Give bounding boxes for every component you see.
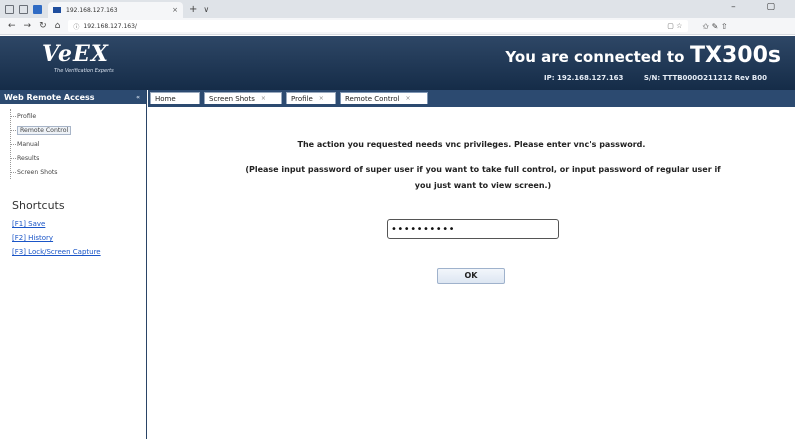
window-menu-icon[interactable] bbox=[5, 4, 14, 14]
veex-favicon-icon bbox=[53, 7, 61, 13]
shortcut-save-link[interactable]: [F1] Save bbox=[12, 217, 146, 231]
sidebar-header: Web Remote Access « bbox=[0, 90, 146, 104]
collapse-sidebar-icon[interactable]: « bbox=[136, 94, 140, 101]
vnc-privilege-message: The action you requested needs vnc privi… bbox=[297, 140, 646, 149]
password-hint: (Please input password of super user if … bbox=[245, 165, 721, 190]
tab-screen-shots[interactable]: Screen Shots × bbox=[204, 92, 282, 104]
sidebar-item-screen-shots[interactable]: Screen Shots bbox=[11, 165, 130, 179]
close-tab-icon[interactable]: × bbox=[406, 95, 411, 102]
close-tab-icon[interactable]: × bbox=[172, 6, 178, 14]
remote-control-panel: The action you requested needs vnc privi… bbox=[148, 104, 795, 439]
sidebar-item-manual[interactable]: Manual bbox=[11, 137, 130, 151]
veex-logo: VeEX The Verification Experts bbox=[42, 42, 114, 80]
close-tab-icon[interactable]: × bbox=[319, 95, 324, 102]
close-tab-icon[interactable]: × bbox=[261, 95, 266, 102]
browser-toolbar: ← → ↻ ⌂ ⓘ 192.168.127.163/ ▢ ☆ ✩ ✎ ⇧ bbox=[0, 18, 795, 35]
vnc-password-input[interactable] bbox=[387, 219, 559, 239]
address-bar-tools[interactable]: ▢ ☆ bbox=[667, 22, 682, 30]
browser-tab[interactable]: 192.168.127.163 × bbox=[48, 2, 183, 18]
device-info: IP: 192.168.127.163 S/N: TTTB000O211212 … bbox=[526, 74, 767, 82]
device-ip: IP: 192.168.127.163 bbox=[544, 74, 624, 82]
logo-tagline: The Verification Experts bbox=[54, 68, 114, 74]
tab-profile[interactable]: Profile × bbox=[286, 92, 336, 104]
shortcuts-title: Shortcuts bbox=[12, 199, 65, 212]
address-url: 192.168.127.163/ bbox=[83, 22, 137, 30]
workspaces-icon[interactable] bbox=[33, 4, 42, 14]
home-icon[interactable]: ⌂ bbox=[55, 21, 61, 31]
sidebar-tree: Profile Remote Control Manual Results Sc… bbox=[10, 109, 130, 179]
content-tab-bar: Home Screen Shots × Profile × Remote Con… bbox=[148, 90, 795, 104]
address-bar[interactable]: ⓘ 192.168.127.163/ ▢ ☆ bbox=[68, 20, 689, 32]
connected-prefix: You are connected to bbox=[505, 48, 685, 66]
shortcut-lock-capture-link[interactable]: [F3] Lock/Screen Capture bbox=[12, 245, 146, 259]
shortcuts-panel: Shortcuts [F1] Save [F2] History [F3] Lo… bbox=[12, 199, 146, 259]
back-icon[interactable]: ← bbox=[8, 21, 16, 31]
browser-tab-strip: 192.168.127.163 × + ∨ – ▢ bbox=[0, 0, 795, 18]
device-model: TX300s bbox=[690, 43, 781, 68]
window-controls[interactable]: – ▢ bbox=[731, 2, 789, 12]
logo-text: VeEX bbox=[42, 41, 109, 67]
tab-actions-icon[interactable] bbox=[19, 4, 28, 14]
sidebar-item-results[interactable]: Results bbox=[11, 151, 130, 165]
shortcut-history-link[interactable]: [F2] History bbox=[12, 231, 146, 245]
connection-banner: You are connected to TX300s bbox=[505, 43, 781, 68]
sidebar-item-profile[interactable]: Profile bbox=[11, 109, 130, 123]
site-info-icon[interactable]: ⓘ bbox=[73, 22, 79, 31]
app-header: VeEX The Verification Experts You are co… bbox=[0, 36, 795, 90]
sidebar: Web Remote Access « Profile Remote Contr… bbox=[0, 90, 147, 439]
ok-button[interactable]: OK bbox=[437, 268, 505, 284]
sidebar-item-remote-control[interactable]: Remote Control bbox=[11, 123, 130, 137]
tab-list-icon[interactable]: ∨ bbox=[203, 5, 209, 14]
refresh-icon[interactable]: ↻ bbox=[39, 21, 47, 31]
device-serial: S/N: TTTB000O211212 Rev B00 bbox=[643, 74, 767, 82]
tab-remote-control[interactable]: Remote Control × bbox=[340, 92, 428, 104]
browser-toolbar-icons[interactable]: ✩ ✎ ⇧ bbox=[702, 22, 727, 31]
sidebar-title: Web Remote Access bbox=[4, 92, 95, 102]
tab-home[interactable]: Home bbox=[150, 92, 200, 104]
new-tab-button[interactable]: + bbox=[189, 4, 197, 15]
forward-icon[interactable]: → bbox=[24, 21, 32, 31]
browser-tab-title: 192.168.127.163 bbox=[66, 6, 118, 14]
